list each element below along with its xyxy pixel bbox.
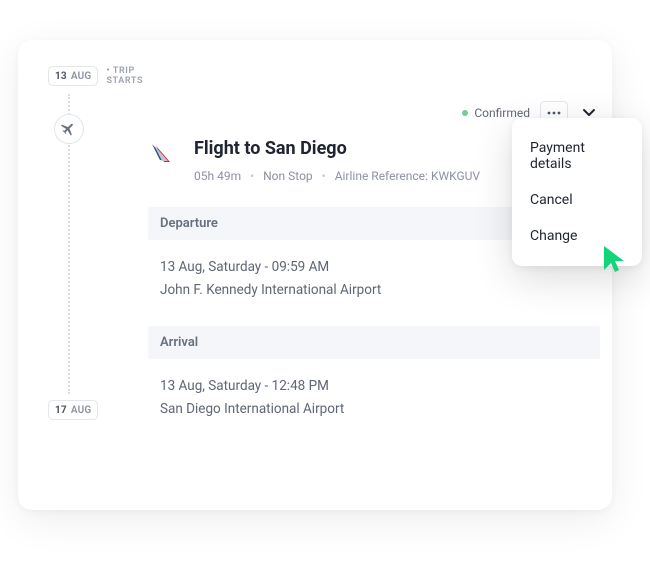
date-day: 13 (55, 71, 67, 82)
date-pill-end: 17 AUG (48, 400, 98, 420)
date-day: 17 (55, 405, 67, 416)
airplane-icon (54, 114, 84, 144)
flight-duration: 05h 49m (194, 169, 241, 183)
date-month: AUG (71, 405, 92, 416)
flight-title: Flight to San Diego (194, 138, 480, 159)
arrival-detail: 13 Aug, Saturday - 12:48 PM San Diego In… (148, 375, 600, 421)
date-pill-start: 13 AUG (48, 66, 98, 86)
menu-item-change[interactable]: Change (512, 218, 642, 254)
arrival-airport: San Diego International Airport (160, 398, 600, 421)
action-menu: Payment details Cancel Change (512, 118, 642, 266)
date-month: AUG (71, 71, 92, 82)
flight-stops: Non Stop (263, 169, 313, 183)
timeline-start: 13 AUG • TRIP STARTS (48, 66, 128, 86)
flight-ref: KWKGUV (431, 169, 480, 183)
departure-airport: John F. Kennedy International Airport (160, 279, 600, 302)
trip-starts-label: • TRIP STARTS (106, 66, 143, 86)
menu-item-cancel[interactable]: Cancel (512, 182, 642, 218)
title-block: Flight to San Diego 05h 49m • Non Stop •… (194, 138, 480, 183)
arrival-datetime: 13 Aug, Saturday - 12:48 PM (160, 375, 600, 398)
more-icon (547, 111, 561, 115)
menu-item-payment-details[interactable]: Payment details (512, 130, 642, 182)
flight-meta: 05h 49m • Non Stop • Airline Reference: … (194, 169, 480, 183)
flight-ref-label: Airline Reference: (335, 169, 428, 183)
arrival-label: Arrival (148, 326, 600, 359)
airline-logo (148, 138, 176, 166)
chevron-down-icon (582, 108, 596, 118)
itinerary-card: 13 AUG • TRIP STARTS 17 AUG Confirmed (18, 40, 612, 510)
status-dot-icon (462, 110, 468, 116)
timeline: 13 AUG • TRIP STARTS 17 AUG (48, 66, 128, 486)
